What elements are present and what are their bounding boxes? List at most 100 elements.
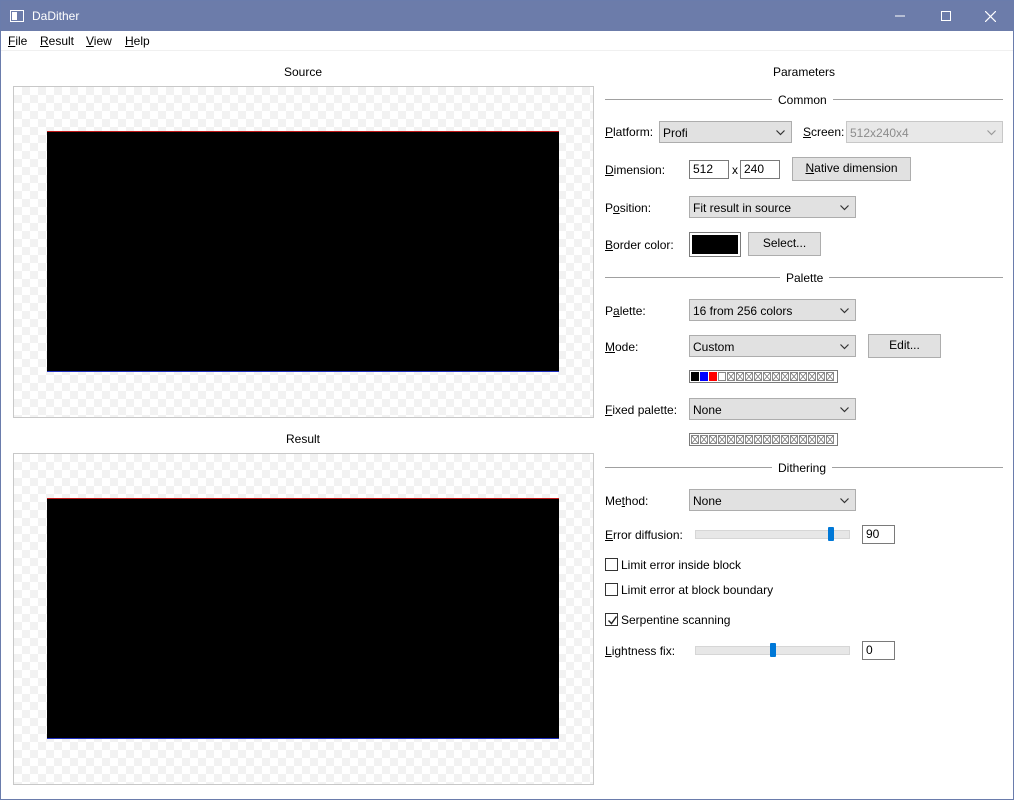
title-bar: DaDither	[1, 1, 1013, 31]
window-title: DaDither	[32, 9, 80, 23]
maximize-icon	[941, 11, 951, 21]
common-group-title: Common	[772, 93, 833, 107]
border-color-swatch[interactable]	[689, 232, 741, 257]
lightness-fix-thumb[interactable]	[770, 643, 776, 657]
maximize-button[interactable]	[923, 1, 969, 31]
empty-palette-cell	[790, 435, 798, 444]
mode-label: Mode:	[605, 340, 639, 354]
position-combo[interactable]: Fit result in source	[689, 196, 856, 218]
chevron-down-icon	[987, 130, 996, 136]
method-combo[interactable]: None	[689, 489, 856, 511]
empty-palette-cell	[772, 372, 780, 381]
palette-color-cell	[709, 372, 717, 381]
border-color-fill	[692, 235, 738, 254]
method-value: None	[693, 494, 722, 508]
lightness-fix-input[interactable]: 0	[862, 641, 895, 660]
platform-combo[interactable]: Profi	[659, 121, 792, 143]
empty-palette-cell	[817, 435, 825, 444]
position-label: Position:	[605, 201, 652, 215]
mode-palette-strip[interactable]	[689, 370, 838, 383]
palette-group-title: Palette	[780, 271, 830, 285]
serpentine-checkbox[interactable]	[605, 613, 618, 626]
result-canvas[interactable]	[13, 453, 594, 785]
limit-boundary-label[interactable]: Limit error at block boundary	[621, 583, 773, 597]
chevron-down-icon	[840, 205, 849, 211]
empty-palette-cell	[736, 435, 744, 444]
mode-value: Custom	[693, 340, 735, 354]
fixed-palette-value: None	[693, 403, 722, 417]
menu-file[interactable]: File	[8, 34, 27, 48]
empty-palette-cell	[727, 435, 735, 444]
close-button[interactable]	[967, 1, 1013, 31]
limit-inside-label[interactable]: Limit error inside block	[621, 558, 741, 572]
source-image	[47, 131, 559, 372]
menu-help[interactable]: Help	[125, 34, 150, 48]
empty-palette-cell	[727, 372, 735, 381]
menu-result[interactable]: Result	[40, 34, 74, 48]
empty-palette-cell	[718, 435, 726, 444]
chevron-down-icon	[840, 498, 849, 504]
empty-palette-cell	[781, 372, 789, 381]
fixed-palette-combo[interactable]: None	[689, 398, 856, 420]
empty-palette-cell	[754, 435, 762, 444]
limit-boundary-checkbox[interactable]	[605, 583, 618, 596]
app-icon	[10, 10, 24, 22]
palette-color-cell	[718, 372, 726, 381]
dimension-height-input[interactable]: 240	[740, 160, 780, 179]
empty-palette-cell	[763, 372, 771, 381]
lightness-fix-slider[interactable]	[695, 643, 850, 657]
menu-view[interactable]: View	[86, 34, 112, 48]
dimension-x-label: x	[732, 163, 738, 177]
platform-label: Platform:	[605, 125, 654, 139]
minimize-button[interactable]	[877, 1, 923, 31]
palette-color-cell	[691, 372, 699, 381]
error-diffusion-thumb[interactable]	[828, 527, 834, 541]
screen-combo[interactable]: 512x240x4	[846, 121, 1003, 143]
checkmark-icon	[607, 560, 618, 571]
limit-inside-checkbox[interactable]	[605, 558, 618, 571]
fixed-palette-strip[interactable]	[689, 433, 838, 446]
error-diffusion-label: Error diffusion:	[605, 528, 683, 542]
empty-palette-cell	[709, 435, 717, 444]
app-window: DaDither File Result View Help Source Re…	[0, 0, 1014, 800]
dimension-width-input[interactable]: 512	[689, 160, 729, 179]
result-title: Result	[285, 432, 320, 446]
empty-palette-cell	[772, 435, 780, 444]
checkmark-icon	[607, 585, 618, 596]
position-value: Fit result in source	[693, 201, 792, 215]
empty-palette-cell	[799, 372, 807, 381]
empty-palette-cell	[817, 372, 825, 381]
mode-combo[interactable]: Custom	[689, 335, 856, 357]
screen-label: Screen:	[803, 125, 845, 139]
chevron-down-icon	[840, 308, 849, 314]
empty-palette-cell	[826, 372, 834, 381]
edit-palette-button[interactable]: Edit...	[868, 334, 941, 358]
serpentine-label[interactable]: Serpentine scanning	[621, 613, 730, 627]
chevron-down-icon	[776, 130, 785, 136]
empty-palette-cell	[763, 435, 771, 444]
parameters-title: Parameters	[772, 65, 836, 79]
method-label: Method:	[605, 494, 649, 508]
palette-label: Palette:	[605, 304, 646, 318]
screen-value: 512x240x4	[850, 126, 909, 140]
dimension-label: Dimension:	[605, 163, 666, 177]
empty-palette-cell	[808, 435, 816, 444]
result-image	[47, 498, 559, 739]
source-canvas[interactable]	[13, 86, 594, 418]
empty-palette-cell	[754, 372, 762, 381]
empty-palette-cell	[790, 372, 798, 381]
palette-value: 16 from 256 colors	[693, 304, 793, 318]
select-color-button[interactable]: Select...	[748, 232, 821, 256]
palette-combo[interactable]: 16 from 256 colors	[689, 299, 856, 321]
platform-value: Profi	[663, 126, 688, 140]
native-dimension-button[interactable]: Native dimension	[792, 157, 911, 181]
empty-palette-cell	[826, 435, 834, 444]
empty-palette-cell	[781, 435, 789, 444]
empty-palette-cell	[808, 372, 816, 381]
menu-bar: File Result View Help	[1, 31, 1013, 51]
error-diffusion-slider[interactable]	[695, 527, 850, 541]
source-title: Source	[283, 65, 323, 79]
border-color-label: Border color:	[605, 238, 674, 252]
empty-palette-cell	[691, 435, 699, 444]
error-diffusion-input[interactable]: 90	[862, 525, 895, 544]
